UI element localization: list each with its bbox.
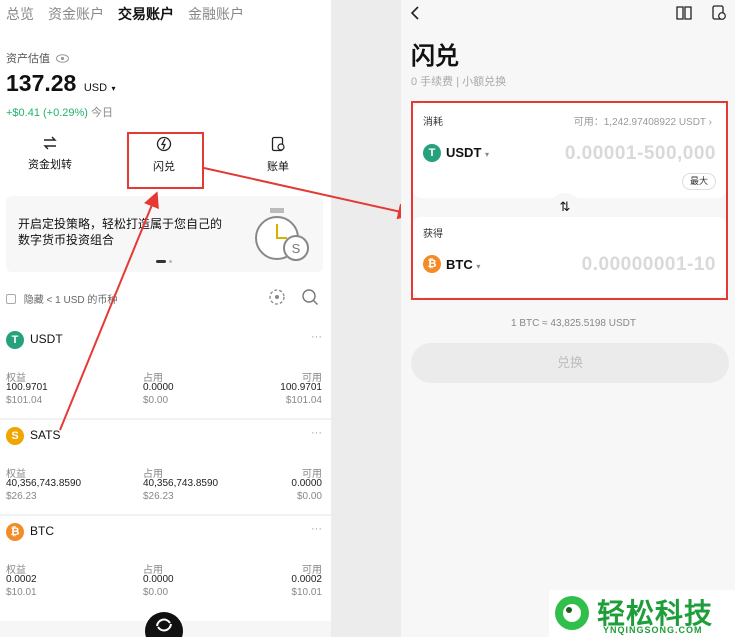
equity-value: 0.0002 [6,574,37,585]
used-value: 40,356,743.8590 [143,478,219,489]
trading-account-screen: 总览 资金账户 交易账户 金融账户 资产估值 137.28 USD ▾ +$0.… [0,0,331,637]
used-value: 0.0000 [143,382,174,393]
available-usd: $101.04 [285,395,322,406]
coin-name: USDT [30,332,63,346]
available-value: 0.0002 [291,574,322,585]
carousel-dot-active[interactable] [156,260,166,263]
page-title: 闪兑 [411,43,459,70]
guide-book-icon[interactable] [675,5,693,21]
tab-finance[interactable]: 金融账户 [188,4,244,24]
highlight-box [127,132,204,189]
more-icon[interactable]: ··· [311,331,322,343]
divider [0,514,331,516]
asset-value: 137.28 [6,70,77,96]
chevron-down-icon[interactable]: ▾ [112,84,116,93]
promo-banner[interactable]: 开启定投策略，轻松打造属于您自己的 数字货币投资组合 S [6,196,323,272]
banner-text: 开启定投策略，轻松打造属于您自己的 数字货币投资组合 [18,217,223,247]
svg-text:S: S [292,241,301,256]
checkbox[interactable] [6,294,16,304]
equity-value: 40,356,743.8590 [6,478,82,489]
watermark: 轻松科技 YNQINGSONG.COM [549,590,735,637]
change-row: +$0.41 (+0.29%) 今日 [6,104,113,120]
swap-highlight-box [411,101,728,300]
used-usd: $26.23 [143,491,174,502]
account-tabs: 总览 资金账户 交易账户 金融账户 [6,4,244,24]
equity-usd: $26.23 [6,491,37,502]
carousel-dot[interactable] [169,260,172,263]
page-subtitle: 0 手续费 | 小额兑换 [411,76,507,88]
available-value: 0.0000 [291,478,322,489]
available-value: 100.9701 [280,382,322,393]
search-icon[interactable] [301,288,319,306]
used-usd: $0.00 [143,587,169,598]
equity-value: 100.9701 [6,382,48,393]
tab-trading[interactable]: 交易账户 [118,4,174,24]
tab-funding[interactable]: 资金账户 [48,4,104,24]
available-usd: $0.00 [296,491,322,502]
sats-icon: S [6,427,24,445]
equity-usd: $101.04 [6,395,43,406]
tab-overview[interactable]: 总览 [6,4,34,24]
divider [0,418,331,420]
brand-url: YNQINGSONG.COM [603,625,703,635]
asset-value-row: 137.28 USD ▾ [6,70,116,97]
transfer-icon [43,136,57,150]
transfer-button[interactable]: 资金划转 [5,136,95,172]
equity-usd: $10.01 [6,587,37,598]
eye-icon[interactable] [56,54,70,63]
exchange-button[interactable]: 兑换 [411,343,729,383]
coin-name: SATS [30,428,61,442]
more-icon[interactable]: ··· [311,427,322,439]
swap-icon [156,618,172,632]
more-icon[interactable]: ··· [311,523,322,535]
change-value: +$0.41 (+0.29%) [6,107,88,119]
btc-icon: ₿ [6,523,24,541]
bill-icon [271,136,285,152]
asset-currency[interactable]: USD [84,82,107,94]
trade-fab-button[interactable] [145,612,183,637]
asset-label: 资产估值 [6,50,70,66]
used-value: 0.0000 [143,574,174,585]
hide-small-toggle[interactable]: 隐藏 < 1 USD 的币种 [6,291,117,306]
brand-logo-icon [555,596,589,630]
back-icon[interactable] [409,5,421,21]
change-period: 今日 [91,107,114,119]
exchange-rate: 1 BTC ≈ 43,825.5198 USDT [511,318,636,329]
filter-icon[interactable] [268,288,286,306]
bill-button[interactable]: 账单 [233,136,323,174]
usdt-icon: T [6,331,24,349]
available-usd: $10.01 [291,587,322,598]
used-usd: $0.00 [143,395,169,406]
history-icon[interactable] [710,4,728,22]
coin-name: BTC [30,524,54,538]
flash-swap-screen: 闪兑 0 手续费 | 小额兑换 消耗 可用：1,242.97408922 USD… [401,0,735,637]
stopwatch-coin-icon: S [255,208,309,261]
